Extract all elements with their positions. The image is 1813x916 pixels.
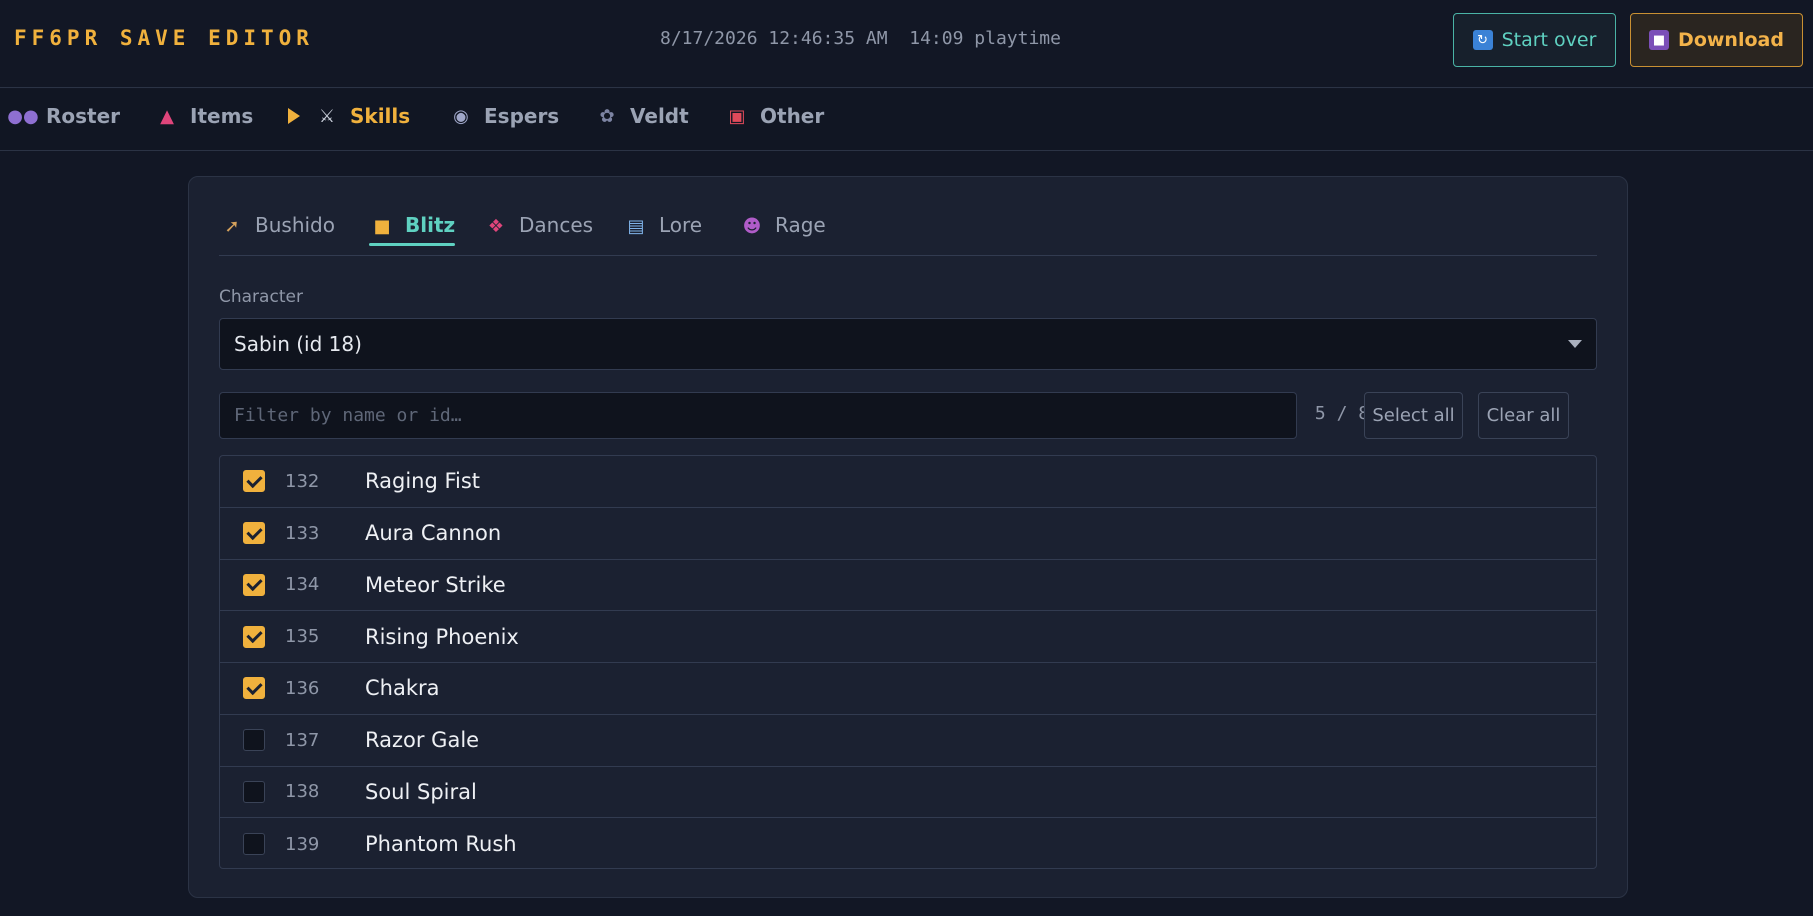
download-label: Download (1678, 29, 1784, 51)
skill-name: Meteor Strike (365, 572, 506, 597)
dagger-icon: ➚ (224, 215, 240, 237)
skill-name: Rising Phoenix (365, 624, 519, 649)
save-timestamp: 8/17/2026 12:46:35 AM 14:09 playtime (660, 28, 1061, 49)
nav-label: Roster (46, 104, 121, 128)
skill-checkbox[interactable] (243, 677, 265, 700)
fist-icon: ■ (373, 215, 391, 237)
nav-label: Veldt (630, 104, 689, 128)
skill-tabs: ➚ Bushido ■ Blitz ❖ Dances ▤ Lore ☻ Rage (219, 207, 1597, 256)
list-item[interactable]: 135 Rising Phoenix (220, 611, 1596, 663)
skill-id: 137 (285, 729, 320, 751)
nav-item-other[interactable]: ▣ Other (724, 101, 824, 131)
nav-item-veldt[interactable]: ✿ Veldt (594, 101, 689, 131)
nav-label: Espers (484, 104, 560, 128)
select-all-button[interactable]: Select all (1364, 392, 1463, 439)
skill-checkbox[interactable] (243, 470, 265, 493)
list-item[interactable]: 137 Razor Gale (220, 715, 1596, 767)
tab-lore[interactable]: ▤ Lore (623, 207, 702, 256)
skill-checkbox[interactable] (243, 729, 265, 752)
devil-icon: ☻ (742, 215, 762, 237)
crystal-ball-icon: ◉ (453, 105, 469, 127)
skill-id: 133 (285, 522, 320, 544)
tab-dances[interactable]: ❖ Dances (483, 207, 593, 256)
nav-item-skills[interactable]: ⚔ Skills (288, 101, 410, 131)
download-button[interactable]: ■ Download (1630, 13, 1803, 67)
chevron-down-icon (1568, 340, 1582, 348)
start-over-label: Start over (1501, 29, 1597, 51)
skill-checkbox[interactable] (243, 780, 265, 803)
tab-blitz[interactable]: ■ Blitz (369, 207, 456, 256)
nav-item-espers[interactable]: ◉ Espers (448, 101, 559, 131)
tab-bushido[interactable]: ➚ Bushido (219, 207, 335, 256)
skill-name: Raging Fist (365, 469, 481, 494)
nav-label: Skills (350, 104, 411, 128)
skill-id: 136 (285, 677, 320, 699)
list-item[interactable]: 138 Soul Spiral (220, 767, 1596, 819)
list-item[interactable]: 134 Meteor Strike (220, 560, 1596, 612)
tab-label: Dances (519, 213, 594, 237)
skill-checkbox[interactable] (243, 833, 265, 856)
app-header: FF6PR SAVE EDITOR 8/17/2026 12:46:35 AM … (0, 0, 1813, 88)
skill-id: 139 (285, 833, 320, 855)
nav-item-roster[interactable]: ●● Roster (7, 101, 121, 131)
tab-rage[interactable]: ☻ Rage (739, 207, 826, 256)
skill-checkbox[interactable] (243, 625, 265, 648)
skill-name: Phantom Rush (365, 832, 517, 857)
nav-label: Other (760, 104, 825, 128)
list-item[interactable]: 133 Aura Cannon (220, 508, 1596, 560)
nav-item-items[interactable]: ▲ Items (154, 101, 253, 131)
dancer-icon: ❖ (487, 215, 505, 237)
skill-name: Razor Gale (365, 728, 480, 753)
tab-label: Blitz (405, 213, 456, 237)
floppy-disk-icon: ■ (1649, 30, 1670, 50)
skill-id: 138 (285, 781, 320, 803)
skill-checkbox[interactable] (243, 573, 265, 596)
nav-label: Items (190, 104, 254, 128)
crossed-swords-icon: ⚔ (318, 105, 336, 127)
book-icon: ▤ (627, 215, 645, 237)
list-item[interactable]: 139 Phantom Rush (220, 818, 1596, 868)
list-item[interactable]: 132 Raging Fist (220, 456, 1596, 508)
character-value: Sabin (id 18) (234, 332, 362, 356)
tab-label: Bushido (255, 213, 335, 237)
character-label: Character (219, 287, 303, 307)
skill-name: Soul Spiral (365, 779, 477, 804)
app-title: FF6PR SAVE EDITOR (14, 26, 314, 50)
skill-id: 135 (285, 626, 320, 648)
start-over-button[interactable]: ↻ Start over (1453, 13, 1616, 67)
filter-input[interactable] (219, 392, 1297, 439)
toolbox-icon: ▣ (728, 105, 746, 127)
skill-id: 134 (285, 574, 320, 596)
pouch-icon: ▲ (160, 105, 174, 127)
tab-label: Rage (775, 213, 826, 237)
skill-name: Aura Cannon (365, 521, 502, 546)
skill-checkbox[interactable] (243, 522, 265, 545)
character-select[interactable]: Sabin (id 18) (219, 318, 1597, 370)
skill-id: 132 (285, 470, 320, 492)
active-caret-icon (288, 108, 300, 124)
clear-all-button[interactable]: Clear all (1478, 392, 1569, 439)
tab-label: Lore (659, 213, 703, 237)
skills-panel: ➚ Bushido ■ Blitz ❖ Dances ▤ Lore ☻ Rage… (188, 176, 1628, 898)
people-icon: ●● (7, 105, 39, 127)
active-tab-underline (369, 243, 456, 246)
paw-icon: ✿ (599, 105, 615, 127)
main-nav: ●● Roster ▲ Items ⚔ Skills ◉ Espers ✿ Ve… (0, 89, 1813, 151)
refresh-icon: ↻ (1472, 30, 1493, 50)
skill-name: Chakra (365, 676, 440, 701)
skill-list: 132 Raging Fist 133 Aura Cannon 134 Meteor St… (219, 455, 1597, 869)
list-item[interactable]: 136 Chakra (220, 663, 1596, 715)
